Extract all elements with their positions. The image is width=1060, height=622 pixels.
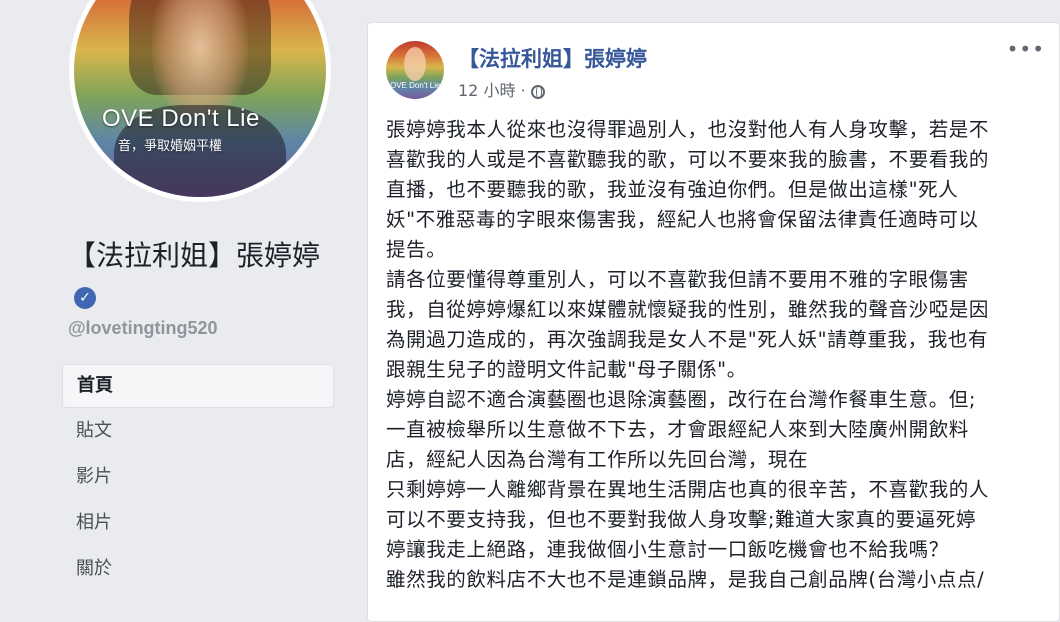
page-nav: 首頁 貼文 影片 相片 關於 [62,364,334,594]
nav-item-about[interactable]: 關於 [62,548,334,592]
profile-photo: OVE Don't Lie 音，爭取婚姻平權 [74,0,326,197]
nav-item-posts[interactable]: 貼文 [62,410,334,454]
post-line: 張婷婷我本人從來也沒得罪過別人，也沒對他人有人身攻擊，若是不 [386,118,990,141]
post-line: 跟親生兒子的證明文件記載"母子關係"。 [386,358,747,381]
post-author-avatar[interactable]: OVE Don't Lie [386,41,444,99]
post-line: 喜歡我的人或是不喜歡聽我的歌，可以不要來我的臉書，不要看我的 [386,148,990,171]
globe-icon[interactable] [530,85,545,99]
post-card: OVE Don't Lie 【法拉利姐】張婷婷 12 小時 · ••• 張婷婷我… [367,22,1060,622]
profile-frame-caption: OVE Don't Lie [102,105,260,132]
page-sidebar: OVE Don't Lie 音，爭取婚姻平權 【法拉利姐】張婷婷 ✓ @lovet… [0,0,348,596]
nav-item-home[interactable]: 首頁 [62,364,334,408]
profile-picture[interactable]: OVE Don't Lie 音，爭取婚姻平權 [69,0,331,202]
verified-badge-icon: ✓ [74,287,96,309]
nav-item-videos[interactable]: 影片 [62,456,334,500]
post-line: 可以不要支持我，但也不要對我做人身攻擊;難道大家真的要逼死婷 [386,508,977,531]
post-line: 婷婷自認不適合演藝圈也退除演藝圈，改行在台灣作餐車生意。但; [386,388,977,411]
more-options-icon[interactable]: ••• [1007,37,1045,61]
post-line: 只剩婷婷一人離鄉背景在異地生活開店也真的很辛苦，不喜歡我的人 [386,478,990,501]
post-line: 請各位要懂得尊重別人，可以不喜歡我但請不要用不雅的字眼傷害 [386,268,969,291]
post-line: 店，經紀人因為台灣有工作所以先回台灣，現在 [386,448,809,471]
post-meta: 12 小時 · [458,77,545,101]
page-title-text: 【法拉利姐】張婷婷 [68,239,321,272]
post-line: 我，自從婷婷爆紅以來媒體就懷疑我的性別，雖然我的聲音沙啞是因 [386,298,990,321]
post-line: 妖"不雅惡毒的字眼來傷害我，經紀人也將會保留法律責任適時可以 [386,208,979,231]
post-line: 一直被檢舉所以生意做不下去，才會跟經紀人來到大陸廣州開飲料 [386,418,969,441]
profile-frame-subcaption: 音，爭取婚姻平權 [118,139,223,154]
post-line: 為開過刀造成的，再次強調我是女人不是"死人妖"請尊重我，我也有 [386,328,989,351]
post-text: 張婷婷我本人從來也沒得罪過別人，也沒對他人有人身攻擊，若是不 喜歡我的人或是不喜… [386,115,1050,595]
post-line: 婷讓我走上絕路，連我做個小生意討一口飯吃機會也不給我嗎？ [386,538,949,561]
post-timestamp[interactable]: 12 小時 [458,81,515,100]
nav-item-photos[interactable]: 相片 [62,502,334,546]
page-title: 【法拉利姐】張婷婷 ✓ [68,236,338,316]
post-author-name[interactable]: 【法拉利姐】張婷婷 [458,43,647,73]
page-handle[interactable]: @lovetingting520 [68,318,218,339]
post-avatar-caption: OVE Don't Lie [390,81,441,90]
post-line: 直播，也不要聽我的歌，我並沒有強迫你們。但是做出這樣"死人 [386,178,959,201]
post-line: 提告。 [386,238,447,261]
post-line: 雖然我的飲料店不大也不是連鎖品牌，是我自己創品牌(台灣小点点/ [386,568,985,591]
